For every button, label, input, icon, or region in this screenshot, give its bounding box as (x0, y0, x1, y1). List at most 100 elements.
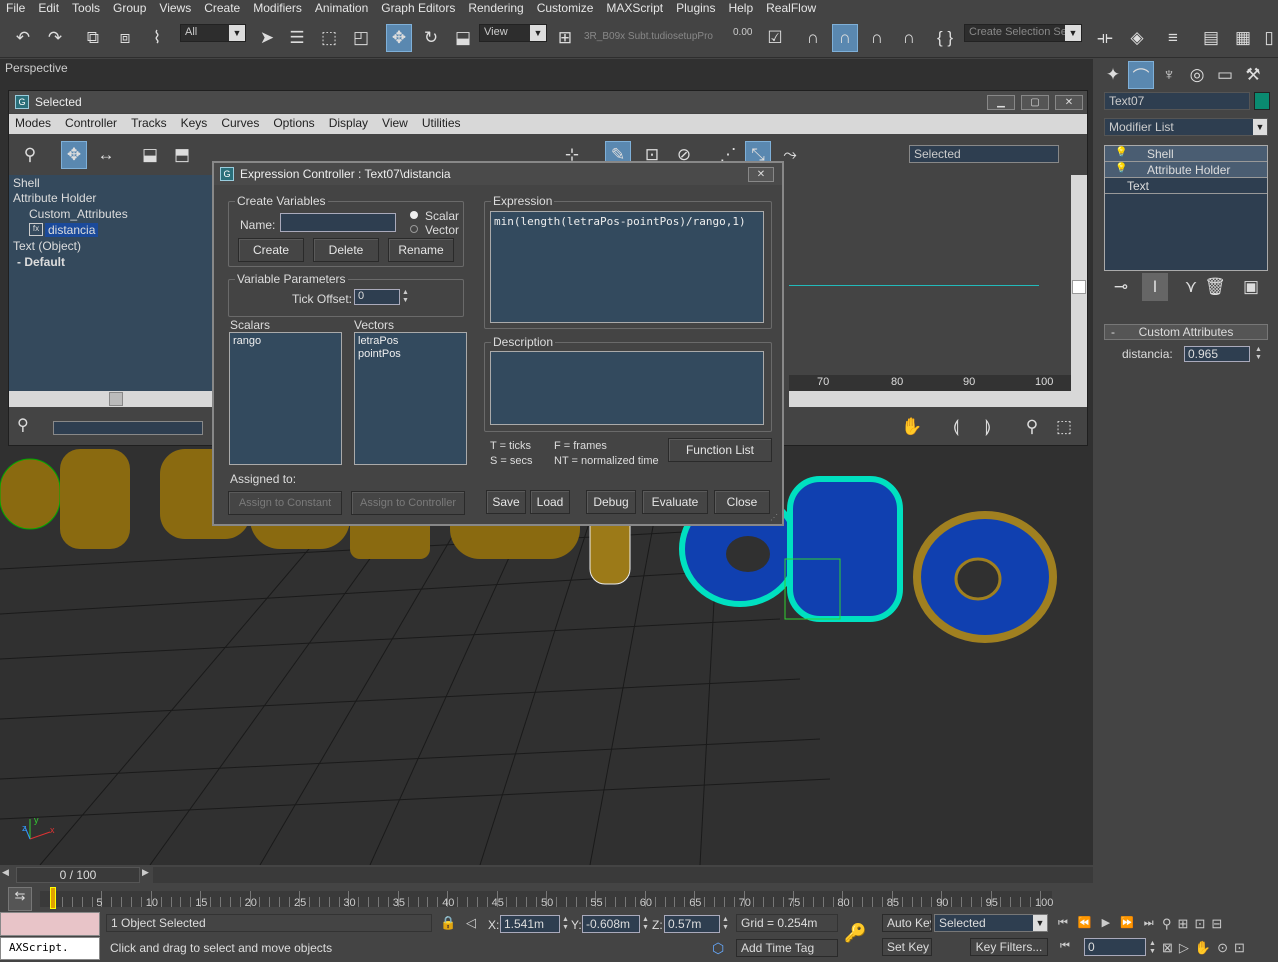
go-to-end-icon[interactable]: ⏭ (1144, 917, 1164, 929)
named-selection-set-field[interactable]: Create Selection Set ▼ (964, 24, 1082, 42)
menu-item[interactable]: Group (107, 0, 153, 18)
menu-item[interactable]: Rendering (462, 0, 530, 18)
track-view-menu-item[interactable]: Keys (175, 114, 216, 134)
zoom-horizontal-icon[interactable]: ⟬ (943, 413, 969, 441)
zoom-extents-icon[interactable]: ⊡ (1194, 916, 1211, 931)
display-tab-icon[interactable]: ▭ (1212, 61, 1238, 89)
tree-item-distancia[interactable]: distancia (45, 223, 99, 237)
menu-item[interactable]: Plugins (670, 0, 722, 18)
track-view-selection-field[interactable]: Selected (909, 145, 1059, 163)
menu-item[interactable]: MAXScript (600, 0, 670, 18)
menu-item[interactable]: Graph Editors (375, 0, 462, 18)
y-spinner[interactable]: ▲ ▼ (641, 916, 650, 932)
current-frame-field[interactable]: 0 (1084, 938, 1146, 956)
graph-hscrollbar[interactable] (789, 391, 1087, 407)
make-unique-icon[interactable]: ⋎ (1178, 273, 1204, 301)
track-view-menu-item[interactable]: Controller (59, 114, 125, 134)
zoom-all-icon[interactable]: ⊞ (1178, 916, 1195, 931)
expression-textarea[interactable]: min(length(letraPos-pointPos)/rango,1) (490, 211, 764, 323)
x-spinner[interactable]: ▲ ▼ (561, 916, 570, 932)
maxscript-listener-pink[interactable] (0, 912, 100, 936)
fov-icon[interactable]: ▷ (1179, 940, 1195, 955)
window-crossing-icon[interactable]: ◰ (348, 24, 374, 52)
show-end-result-icon[interactable]: I (1142, 273, 1168, 301)
mirror-icon[interactable]: ⟛ (1092, 24, 1118, 52)
track-view-menu-item[interactable]: Options (267, 114, 322, 134)
scalars-list[interactable]: rango (229, 332, 342, 465)
object-color-swatch[interactable] (1254, 92, 1270, 110)
dialog-close-x-button[interactable]: ✕ (748, 167, 774, 182)
z-coordinate-field[interactable]: 0.57m (664, 915, 720, 933)
snap-toggle-icon[interactable]: ∩ (800, 24, 826, 52)
reference-coordinate-dropdown[interactable]: View ▼ (479, 24, 547, 42)
menu-item[interactable]: Animation (309, 0, 375, 18)
tree-scrollbar[interactable] (9, 391, 214, 407)
menu-item[interactable]: Customize (531, 0, 601, 18)
create-tab-icon[interactable]: ✦ (1100, 61, 1126, 89)
orbit-icon[interactable]: ⊙ (1217, 940, 1234, 955)
minimize-button[interactable]: ▁ (987, 95, 1015, 110)
redo-icon[interactable]: ↷ (42, 24, 68, 52)
delete-button[interactable]: Delete (313, 238, 379, 262)
key-mode-dropdown[interactable]: Selected ▼ (934, 914, 1048, 932)
track-view-titlebar[interactable]: G Selected (9, 91, 1087, 113)
rename-button[interactable]: Rename (388, 238, 454, 262)
evaluate-button[interactable]: Evaluate (642, 490, 708, 514)
set-key-button[interactable]: Set Key (882, 938, 932, 956)
stack-item-attribute-holder[interactable]: 💡 Attribute Holder (1105, 162, 1267, 178)
menu-item[interactable]: Views (153, 0, 198, 18)
mini-curve-editor-icon[interactable]: ⇆ (8, 887, 32, 911)
schematic-view-icon[interactable]: ▦ (1230, 24, 1256, 52)
resize-grip-icon[interactable]: ⋰ (770, 513, 780, 523)
region-select-icon[interactable]: ⬚ (316, 24, 342, 52)
track-view-menu-item[interactable]: Display (323, 114, 376, 134)
create-button[interactable]: Create (238, 238, 304, 262)
move-keys-icon[interactable]: ✥ (61, 141, 87, 169)
time-slider-left-arrow[interactable]: ◀ (2, 867, 12, 881)
utilities-tab-icon[interactable]: ⚒ (1240, 61, 1266, 89)
unlink-icon[interactable]: ⧈ (112, 24, 138, 52)
zoom-icon[interactable]: ⚲ (1019, 413, 1045, 441)
bind-spacewarp-icon[interactable]: ⌇ (144, 24, 170, 52)
rotate-icon[interactable]: ↻ (418, 24, 444, 52)
stack-item-shell[interactable]: 💡 Shell (1105, 146, 1267, 162)
time-slider-track[interactable] (153, 867, 1093, 883)
function-list-button[interactable]: Function List (668, 438, 772, 462)
next-frame-icon[interactable]: ⏩ (1120, 917, 1144, 929)
keyboard-shortcut-icon[interactable]: ☑ (762, 24, 788, 52)
menu-item[interactable]: Modifiers (247, 0, 309, 18)
curve-graph[interactable] (789, 175, 1071, 375)
selection-filter-dropdown[interactable]: All ▼ (180, 24, 246, 42)
lock-selection-icon[interactable]: 🔒 (440, 915, 456, 931)
scalar-radio[interactable] (410, 211, 418, 219)
edit-named-selection-icon[interactable]: { } (932, 24, 958, 52)
scale-values-icon[interactable]: ⬒ (169, 141, 195, 169)
prev-frame-icon[interactable]: ⏪ (1078, 917, 1102, 929)
time-config-icon[interactable]: ⊠ (1162, 940, 1179, 955)
undo-icon[interactable]: ↶ (10, 24, 36, 52)
bulb-icon[interactable]: 💡 (1115, 163, 1127, 174)
tree-item-default[interactable]: - Default (17, 255, 65, 269)
track-view-menu-item[interactable]: Utilities (416, 114, 469, 134)
x-coordinate-field[interactable]: 1.541m (500, 915, 560, 933)
material-editor-icon[interactable]: ▯ (1262, 24, 1276, 52)
hierarchy-tab-icon[interactable]: ♆ (1156, 61, 1182, 89)
key-filters-button[interactable]: Key Filters... (970, 938, 1048, 956)
menu-item[interactable]: File (0, 0, 32, 18)
pin-stack-icon[interactable]: ⊸ (1108, 273, 1134, 301)
link-icon[interactable]: ⧉ (80, 24, 106, 52)
graph-vscroll-thumb[interactable] (1072, 280, 1086, 294)
list-item[interactable]: letraPos (358, 335, 463, 348)
close-window-button[interactable]: ✕ (1055, 95, 1083, 110)
pan-view-icon[interactable]: ✋ (1195, 940, 1217, 955)
time-slider-thumb[interactable]: 0 / 100 (16, 867, 140, 883)
vector-radio[interactable] (410, 225, 418, 233)
play-icon[interactable]: ▶ (1102, 917, 1120, 929)
track-view-menu-item[interactable]: Modes (9, 114, 59, 134)
bulb-icon[interactable]: 💡 (1115, 147, 1127, 158)
distancia-spinner-field[interactable]: 0.965 (1184, 346, 1250, 362)
align-icon[interactable]: ◈ (1124, 24, 1150, 52)
curve-editor-icon[interactable]: ▤ (1198, 24, 1224, 52)
key-mode-toggle-icon[interactable]: ⏮ (1060, 940, 1070, 953)
track-view-menu-item[interactable]: Curves (215, 114, 267, 134)
